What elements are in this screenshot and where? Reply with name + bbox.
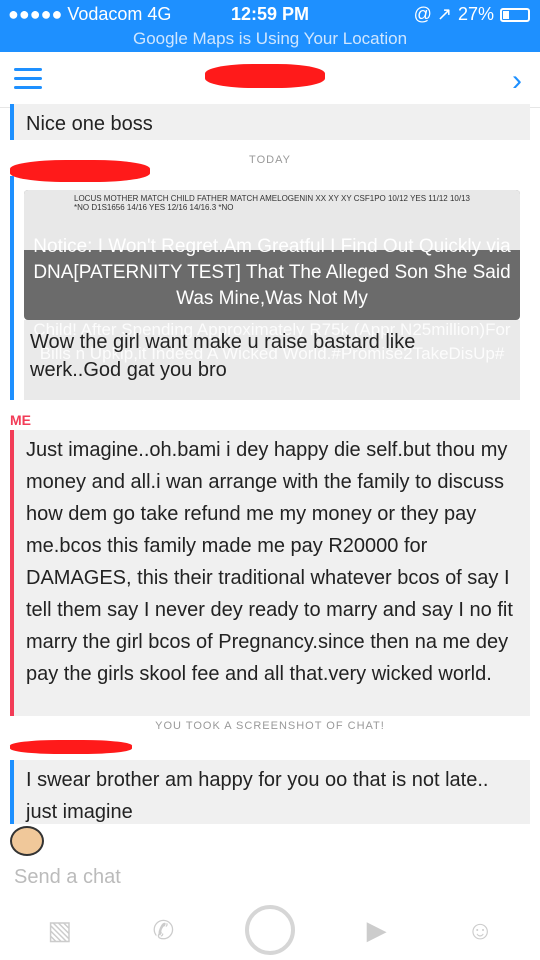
shared-image[interactable]: LOCUS MOTHER MATCH CHILD FATHER MATCH AM… [24, 190, 520, 320]
avatar[interactable] [10, 826, 44, 856]
notice-text: Notice: I Won't Regret.Am Greatful I Fin… [33, 236, 511, 309]
message-last: I swear brother am happy for you oo that… [10, 760, 530, 824]
video-icon[interactable]: ▶ [355, 908, 399, 952]
battery-icon [500, 7, 530, 22]
battery-percent: 27% [457, 4, 494, 24]
status-icons: @ ↗ 27% [414, 4, 530, 25]
location-icon: @ ↗ [413, 4, 452, 24]
bottom-toolbar: ▧ ✆ ▶ ☺ [0, 900, 540, 960]
image-icon[interactable]: ▧ [38, 908, 82, 952]
chat-header: › [0, 52, 540, 108]
reply-text: Wow the girl want make u raise bastard l… [30, 331, 416, 381]
message-prev: Nice one boss [10, 104, 530, 140]
redacted-name [205, 64, 325, 88]
status-bar: ●●●●● Vodacom 4G 12:59 PM @ ↗ 27% [0, 0, 540, 28]
emoji-icon[interactable]: ☺ [458, 908, 502, 952]
phone-icon[interactable]: ✆ [141, 908, 185, 952]
location-banner[interactable]: Google Maps is Using Your Location [0, 28, 540, 52]
message-me: Just imagine..oh.bami i dey happy die se… [10, 430, 530, 716]
screenshot-notice: YOU TOOK A SCREENSHOT OF CHAT! [155, 720, 385, 732]
chevron-right-icon[interactable]: › [512, 64, 522, 98]
message-accent-bar [10, 176, 14, 400]
capture-button[interactable] [244, 905, 295, 955]
chat-input[interactable]: Send a chat [14, 866, 121, 889]
menu-icon[interactable] [14, 68, 42, 90]
me-label: ME [10, 412, 31, 428]
redacted-sender-2 [10, 740, 132, 754]
redacted-sender [10, 160, 150, 182]
